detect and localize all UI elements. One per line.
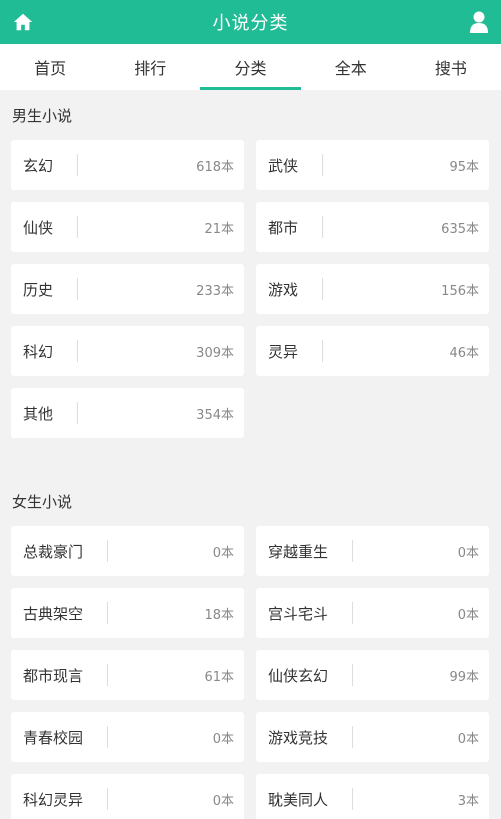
- category-card[interactable]: 都市 635本: [256, 202, 489, 252]
- divider: [107, 540, 109, 562]
- divider: [352, 788, 354, 810]
- category-count: 0本: [212, 731, 234, 747]
- category-count: 99本: [449, 669, 479, 685]
- divider: [77, 402, 79, 424]
- category-name: 其他: [23, 404, 54, 423]
- category-name: 玄幻: [23, 156, 54, 175]
- user-icon[interactable]: [469, 10, 489, 34]
- category-count: 0本: [457, 607, 479, 623]
- tab-home[interactable]: 首页: [0, 44, 100, 90]
- category-card[interactable]: 仙侠 21本: [11, 202, 244, 252]
- female-section-title: 女生小说: [12, 492, 73, 511]
- category-card[interactable]: 灵异 46本: [256, 326, 489, 376]
- divider: [352, 602, 354, 624]
- category-count: 21本: [204, 221, 234, 237]
- divider: [352, 540, 354, 562]
- divider: [107, 788, 109, 810]
- category-card[interactable]: 仙侠玄幻 99本: [256, 650, 489, 700]
- tab-category[interactable]: 分类: [200, 44, 301, 90]
- category-name: 总裁豪门: [23, 542, 84, 561]
- category-card[interactable]: 历史 233本: [11, 264, 244, 314]
- category-card[interactable]: 科幻 309本: [11, 326, 244, 376]
- category-name: 宫斗宅斗: [268, 604, 329, 623]
- category-count: 354本: [196, 407, 234, 423]
- category-content: 男生小说 玄幻 618本 武侠 95本 仙侠 21本 都市 635本 历史 233本 游戏…: [0, 90, 501, 819]
- category-count: 61本: [204, 669, 234, 685]
- category-name: 仙侠玄幻: [268, 666, 329, 685]
- nav-tabs: 首页 排行 分类 全本 搜书: [0, 44, 501, 90]
- divider: [107, 602, 109, 624]
- tab-complete[interactable]: 全本: [301, 44, 401, 90]
- divider: [77, 340, 79, 362]
- divider: [322, 278, 324, 300]
- divider: [107, 664, 109, 686]
- divider: [322, 154, 324, 176]
- male-section-title: 男生小说: [12, 106, 73, 125]
- tab-ranking[interactable]: 排行: [100, 44, 200, 90]
- category-count: 46本: [449, 345, 479, 361]
- category-count: 3本: [457, 793, 479, 809]
- category-card[interactable]: 穿越重生 0本: [256, 526, 489, 576]
- category-name: 武侠: [268, 156, 299, 175]
- category-count: 0本: [457, 731, 479, 747]
- category-card[interactable]: 武侠 95本: [256, 140, 489, 190]
- category-card[interactable]: 宫斗宅斗 0本: [256, 588, 489, 638]
- category-count: 0本: [212, 545, 234, 561]
- category-count: 635本: [441, 221, 479, 237]
- category-name: 耽美同人: [268, 790, 329, 809]
- category-card[interactable]: 游戏 156本: [256, 264, 489, 314]
- category-name: 都市: [268, 218, 299, 237]
- category-count: 156本: [441, 283, 479, 299]
- category-count: 0本: [457, 545, 479, 561]
- divider: [77, 216, 79, 238]
- app-header: 小说分类: [0, 0, 501, 44]
- category-name: 穿越重生: [268, 542, 329, 561]
- page-title: 小说分类: [212, 13, 289, 34]
- category-name: 历史: [23, 280, 54, 299]
- category-name: 游戏竞技: [268, 728, 329, 747]
- category-name: 科幻: [23, 342, 54, 361]
- category-card[interactable]: 青春校园 0本: [11, 712, 244, 762]
- category-count: 0本: [212, 793, 234, 809]
- category-name: 都市现言: [23, 666, 84, 685]
- divider: [352, 664, 354, 686]
- category-card[interactable]: 其他 354本: [11, 388, 244, 438]
- category-count: 95本: [449, 159, 479, 175]
- female-category-grid: 总裁豪门 0本 穿越重生 0本 古典架空 18本 宫斗宅斗 0本 都市现言 61本 仙侠玄…: [0, 526, 501, 819]
- divider: [77, 278, 79, 300]
- category-name: 灵异: [268, 342, 299, 361]
- divider: [322, 216, 324, 238]
- category-name: 科幻灵异: [23, 790, 84, 809]
- divider: [352, 726, 354, 748]
- home-icon[interactable]: [12, 11, 34, 33]
- category-card[interactable]: 古典架空 18本: [11, 588, 244, 638]
- category-count: 309本: [196, 345, 234, 361]
- divider: [322, 340, 324, 362]
- category-name: 青春校园: [23, 728, 84, 747]
- category-count: 18本: [204, 607, 234, 623]
- divider: [77, 154, 79, 176]
- category-card[interactable]: 游戏竞技 0本: [256, 712, 489, 762]
- category-count: 233本: [196, 283, 234, 299]
- category-card[interactable]: 都市现言 61本: [11, 650, 244, 700]
- category-name: 仙侠: [23, 218, 54, 237]
- divider: [107, 726, 109, 748]
- category-card[interactable]: 总裁豪门 0本: [11, 526, 244, 576]
- category-name: 游戏: [268, 280, 299, 299]
- tab-search[interactable]: 搜书: [401, 44, 501, 90]
- male-category-grid: 玄幻 618本 武侠 95本 仙侠 21本 都市 635本 历史 233本 游戏 156本 …: [0, 140, 501, 438]
- category-card[interactable]: 科幻灵异 0本: [11, 774, 244, 819]
- category-card[interactable]: 玄幻 618本: [11, 140, 244, 190]
- category-card[interactable]: 耽美同人 3本: [256, 774, 489, 819]
- category-count: 618本: [196, 159, 234, 175]
- category-name: 古典架空: [23, 604, 84, 623]
